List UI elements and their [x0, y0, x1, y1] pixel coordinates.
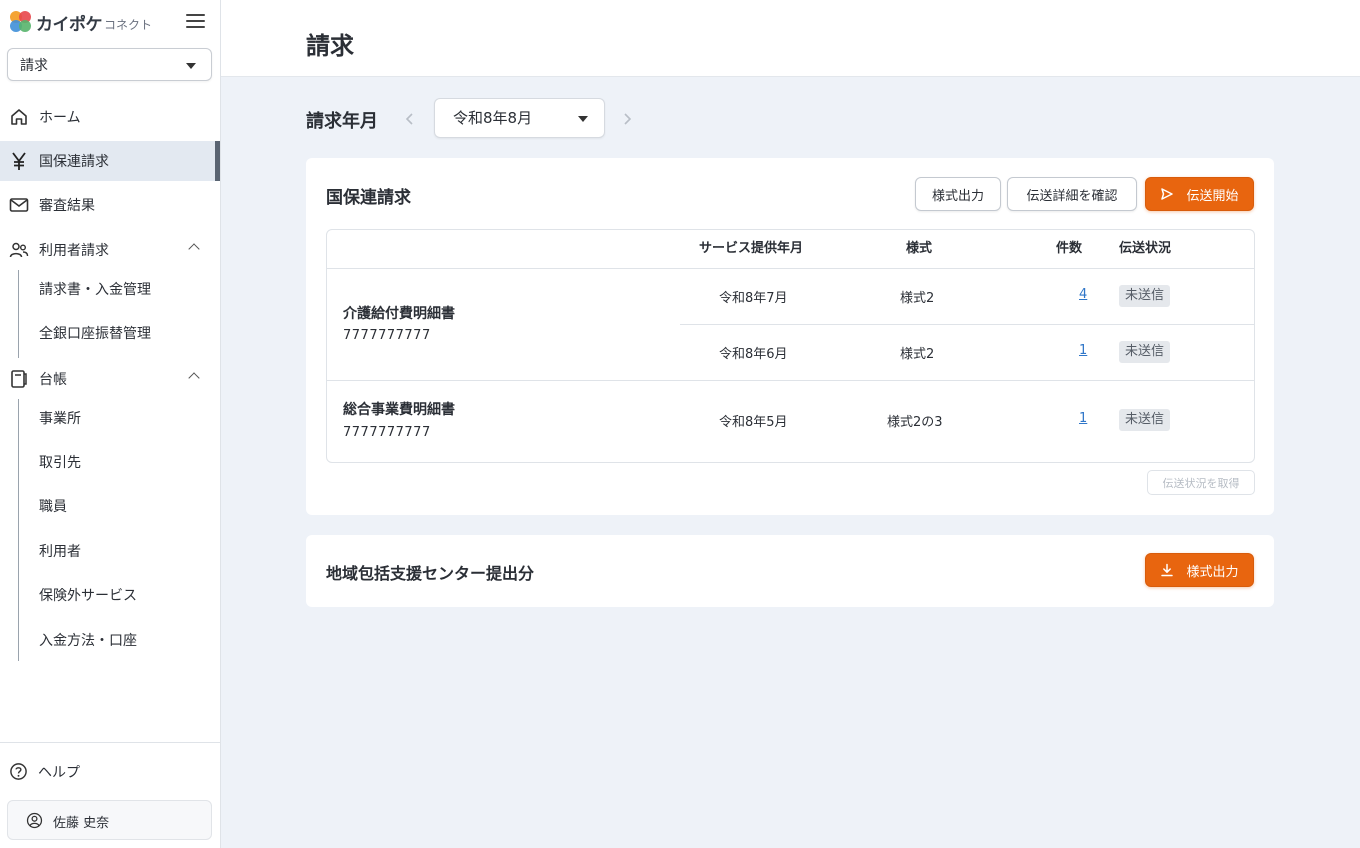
- status-badge: 未送信: [1119, 285, 1171, 307]
- document-code: 7777777777: [343, 425, 431, 440]
- sidebar-item-home[interactable]: ホーム: [0, 97, 220, 137]
- billing-table: サービス提供年月 様式 件数 伝送状況 介護給付費明細書 7777777777 …: [326, 229, 1255, 463]
- sidebar-item-label: 台帳: [39, 372, 67, 388]
- sidebar-subitem-payment-method[interactable]: 入金方法・口座: [39, 626, 137, 656]
- sidebar-subitem-user[interactable]: 利用者: [39, 537, 81, 567]
- users-icon: [9, 242, 29, 258]
- sidebar-subitem-bank-transfer[interactable]: 全銀口座振替管理: [39, 319, 151, 349]
- status-badge: 未送信: [1119, 409, 1171, 431]
- status-badge: 未送信: [1119, 341, 1171, 363]
- help-icon: [10, 763, 27, 780]
- card-title: 地域包括支援センター提出分: [326, 564, 535, 583]
- page-title: 請求: [306, 32, 354, 60]
- sidebar-subitem-partner[interactable]: 取引先: [39, 448, 81, 478]
- send-icon: [1161, 188, 1174, 200]
- start-transmission-button[interactable]: 伝送開始: [1145, 177, 1254, 211]
- chevron-up-icon[interactable]: [188, 243, 200, 255]
- column-header: 伝送状況: [1119, 241, 1172, 256]
- sidebar-item-label: 利用者請求: [39, 243, 109, 259]
- sidebar-subitem-invoice[interactable]: 請求書・入金管理: [39, 275, 151, 305]
- sidebar-subitem-staff[interactable]: 職員: [39, 492, 67, 522]
- help-label: ヘルプ: [38, 765, 80, 781]
- home-icon: [11, 109, 27, 125]
- service-month: 令和8年5月: [719, 415, 788, 430]
- yen-icon: [12, 152, 26, 170]
- regional-center-card: 地域包括支援センター提出分 様式出力: [306, 535, 1274, 607]
- divider: [327, 380, 1254, 381]
- submenu-guide: [18, 399, 19, 661]
- brand-name: カイポケ: [36, 14, 103, 35]
- divider: [327, 268, 1254, 269]
- count-link[interactable]: 1: [1079, 411, 1087, 426]
- submenu-guide: [18, 270, 19, 358]
- sidebar-item-ledger[interactable]: 台帳: [0, 359, 220, 399]
- fetch-status-button[interactable]: 伝送状況を取得: [1147, 470, 1255, 495]
- module-select[interactable]: 請求: [7, 48, 212, 81]
- module-select-value: 請求: [20, 57, 48, 74]
- form-export-label: 様式出力: [1186, 564, 1239, 580]
- column-header: 件数: [1056, 241, 1083, 256]
- caret-down-icon: [578, 116, 588, 122]
- menu-icon[interactable]: [186, 14, 205, 29]
- brand-logo[interactable]: カイポケ コネクト: [10, 8, 210, 36]
- logo-icon: [10, 11, 32, 33]
- document-name: 介護給付費明細書: [343, 306, 455, 322]
- caret-down-icon: [186, 63, 196, 69]
- divider: [680, 324, 1254, 325]
- sidebar-subitem-non-insurance[interactable]: 保険外サービス: [39, 581, 137, 611]
- service-month: 令和8年6月: [719, 347, 788, 362]
- form-export-button[interactable]: 様式出力: [1145, 553, 1254, 587]
- card-title: 国保連請求: [326, 188, 411, 208]
- form-name: 様式2: [900, 347, 935, 362]
- form-export-button[interactable]: 様式出力: [915, 177, 1001, 211]
- user-menu[interactable]: 佐藤 史奈: [7, 800, 212, 840]
- divider: [0, 742, 220, 743]
- brand-sub: コネクト: [104, 17, 153, 32]
- sidebar-item-label: 審査結果: [39, 198, 95, 214]
- period-label: 請求年月: [306, 111, 378, 132]
- transmission-detail-button[interactable]: 伝送詳細を確認: [1007, 177, 1137, 211]
- period-select-value: 令和8年8月: [453, 109, 533, 127]
- form-name: 様式2の3: [887, 415, 943, 430]
- sidebar-subitem-office[interactable]: 事業所: [39, 404, 81, 434]
- service-month: 令和8年7月: [719, 291, 788, 306]
- user-icon: [26, 812, 43, 829]
- count-link[interactable]: 4: [1079, 287, 1087, 302]
- document-code: 7777777777: [343, 328, 431, 343]
- form-name: 様式2: [900, 291, 935, 306]
- ledger-icon: [11, 370, 27, 388]
- sidebar-item-review[interactable]: 審査結果: [0, 185, 220, 225]
- count-link[interactable]: 1: [1079, 343, 1087, 358]
- sidebar-item-label: 国保連請求: [39, 154, 109, 170]
- page-header: 請求: [221, 0, 1360, 77]
- document-name: 総合事業費明細書: [343, 402, 455, 418]
- start-transmission-label: 伝送開始: [1186, 188, 1239, 204]
- chevron-left-icon[interactable]: [404, 112, 416, 126]
- download-icon: [1161, 563, 1174, 577]
- chevron-up-icon[interactable]: [188, 372, 200, 384]
- sidebar-item-kokuho[interactable]: 国保連請求: [0, 141, 220, 181]
- user-name: 佐藤 史奈: [53, 816, 110, 831]
- sidebar-item-label: ホーム: [39, 110, 81, 126]
- column-header: サービス提供年月: [699, 241, 804, 256]
- kokuho-billing-card: 国保連請求 様式出力 伝送詳細を確認 伝送開始 サービス提供年月 様式 件数 伝…: [306, 158, 1274, 515]
- sidebar: カイポケ コネクト 請求 ホーム 国保連請求 審査結果 利用者請求 請求書・入金…: [0, 0, 221, 848]
- period-select[interactable]: 令和8年8月: [434, 98, 605, 138]
- mail-icon: [9, 198, 29, 212]
- help-link[interactable]: ヘルプ: [0, 752, 220, 788]
- chevron-right-icon[interactable]: [621, 112, 633, 126]
- sidebar-item-user-billing[interactable]: 利用者請求: [0, 230, 220, 270]
- column-header: 様式: [906, 241, 933, 256]
